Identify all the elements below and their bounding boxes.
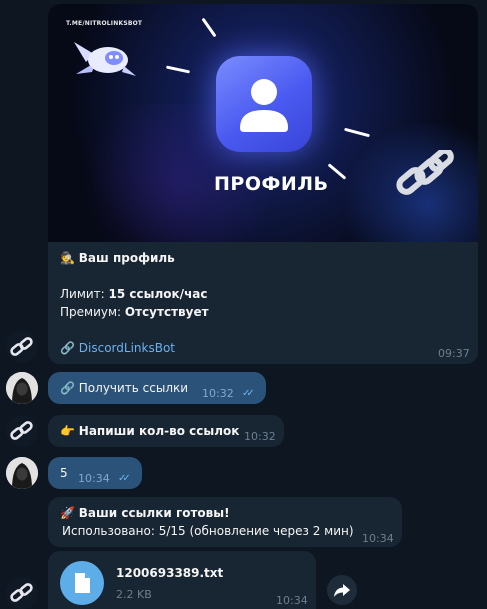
message-time: 10:34 [362,532,394,545]
detective-emoji: 🕵 [60,251,75,265]
bot-avatar[interactable] [6,577,38,609]
message-time: 09:37 [438,347,470,360]
bot-link[interactable]: 🔗 DiscordLinksBot [60,340,175,356]
file-icon[interactable] [60,561,104,605]
pointing-hand-emoji: 👉 [60,424,75,438]
link-emoji: 🔗 [60,381,75,395]
usage-text: Использовано: 5/15 (обновление через 2 м… [62,524,354,538]
message-bubble-outgoing[interactable]: 🔗 Получить ссылки 10:32 ✓✓ [48,372,266,404]
double-check-icon: ✓✓ [118,473,131,484]
ready-heading: Ваши ссылки готовы! [78,506,230,520]
message-time: 10:34 [276,594,308,607]
premium-label: Премиум: [60,305,122,319]
decor-dash [201,17,217,38]
chain-link-icon [396,150,454,195]
bot-avatar[interactable] [6,415,38,447]
file-name[interactable]: 1200693389.txt [116,565,223,581]
chain-link-avatar-icon [10,337,33,356]
profile-message[interactable]: T.ME/NITROLINKSBOT ПРОФИЛЬ 🕵 Ваш профиль… [48,4,478,364]
link-emoji: 🔗 [60,341,75,355]
banner-title: ПРОФИЛЬ [214,173,329,195]
chain-link-avatar-icon [10,421,33,440]
message-text: Напиши кол-во ссылок [78,424,240,438]
rocket-mascot-icon [74,42,136,76]
message-bubble-incoming[interactable]: 🚀 Ваши ссылки готовы! Использовано: 5/15… [48,497,402,547]
file-message[interactable]: 1200693389.txt 2.2 KB 10:34 [48,551,316,609]
message-text: Получить ссылки [78,381,189,395]
message-bubble-incoming[interactable]: 👉 Напиши кол-во ссылок 10:32 [48,415,284,447]
bot-avatar[interactable] [6,331,38,363]
forward-arrow-icon [334,584,350,597]
profile-user-icon [216,56,312,152]
banner-watermark: T.ME/NITROLINKSBOT [66,20,143,27]
file-size: 2.2 KB [116,588,152,601]
premium-value: Отсутствует [124,305,209,319]
hooded-figure-icon [6,372,38,404]
profile-heading: Ваш профиль [78,251,175,265]
rocket-emoji: 🚀 [60,506,75,520]
limit-value: 15 ссылок/час [108,287,208,301]
message-time: 10:32 [244,430,276,443]
user-avatar[interactable] [6,457,38,489]
chain-link-avatar-icon [10,583,33,602]
message-time: 10:34 [78,472,110,485]
user-avatar[interactable] [6,372,38,404]
message-bubble-outgoing[interactable]: 5 10:34 ✓✓ [48,457,142,489]
hooded-figure-icon [6,457,38,489]
profile-banner-image: T.ME/NITROLINKSBOT ПРОФИЛЬ [48,4,478,242]
forward-button[interactable] [327,575,357,605]
bot-link-text[interactable]: DiscordLinksBot [79,341,175,355]
message-time: 10:32 [202,387,234,400]
decor-dash [165,65,191,74]
message-text: 5 [60,466,68,480]
double-check-icon: ✓✓ [242,388,255,399]
limit-label: Лимит: [60,287,105,301]
